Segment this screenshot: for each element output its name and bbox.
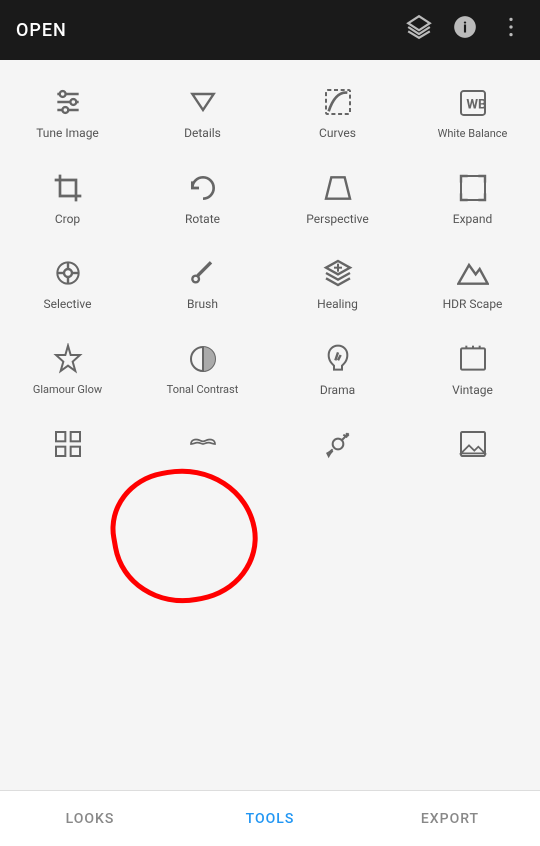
photoframe-icon [455, 426, 491, 462]
tool-grid[interactable] [0, 412, 135, 482]
glamour-glow-label: Glamour Glow [33, 383, 102, 397]
svg-text:WB: WB [466, 97, 486, 112]
tool-tune-image[interactable]: Tune Image [0, 70, 135, 156]
tonal-contrast-label: Tonal Contrast [167, 383, 239, 397]
white-balance-label: White Balance [438, 127, 508, 141]
drama-icon [320, 341, 356, 377]
tools-grid: Tune Image Details Curves [0, 60, 540, 492]
healing-icon [320, 255, 356, 291]
tool-rotate[interactable]: Rotate [135, 156, 270, 242]
tool-white-balance[interactable]: WB White Balance [405, 70, 540, 156]
tool-curves[interactable]: Curves [270, 70, 405, 156]
selective-label: Selective [44, 297, 92, 313]
tool-photoframe[interactable] [405, 412, 540, 482]
brush-icon [185, 255, 221, 291]
curves-label: Curves [319, 126, 356, 142]
tool-perspective[interactable]: Perspective [270, 156, 405, 242]
grid-icon [50, 426, 86, 462]
moustache-icon [185, 426, 221, 462]
tool-vintage[interactable]: Vintage [405, 327, 540, 413]
mountain-icon [455, 255, 491, 291]
svg-text:i: i [463, 18, 467, 36]
details-label: Details [184, 126, 221, 142]
more-icon[interactable] [498, 14, 524, 46]
tool-selective[interactable]: Selective [0, 241, 135, 327]
tool-details[interactable]: Details [135, 70, 270, 156]
sliders-icon [50, 84, 86, 120]
wb-icon: WB [455, 85, 491, 121]
selective-icon [50, 255, 86, 291]
tool-tonal-contrast[interactable]: Tonal Contrast [135, 327, 270, 413]
perspective-label: Perspective [306, 212, 368, 228]
expand-label: Expand [453, 212, 492, 228]
crop-icon [50, 170, 86, 206]
tool-moustache[interactable] [135, 412, 270, 482]
rotate-label: Rotate [185, 212, 220, 228]
hdr-scape-label: HDR Scape [443, 297, 503, 313]
drama-label: Drama [320, 383, 355, 399]
top-bar-actions: i [406, 14, 524, 46]
tool-healing[interactable]: Healing [270, 241, 405, 327]
top-bar: OPEN i [0, 0, 540, 60]
brush-label: Brush [187, 297, 218, 313]
vintage-label: Vintage [452, 383, 493, 399]
tab-looks[interactable]: LOOKS [0, 791, 180, 846]
bottom-tabs: LOOKS TOOLS EXPORT [0, 790, 540, 846]
curves-icon [320, 84, 356, 120]
rotate-icon [185, 170, 221, 206]
healing-label: Healing [317, 297, 358, 313]
crop-label: Crop [55, 212, 80, 228]
tool-brush[interactable]: Brush [135, 241, 270, 327]
tool-expand[interactable]: Expand [405, 156, 540, 242]
main-content: Tune Image Details Curves [0, 60, 540, 790]
tool-glamour-glow[interactable]: Glamour Glow [0, 327, 135, 413]
tool-hdr-scape[interactable]: HDR Scape [405, 241, 540, 327]
tool-guitar[interactable] [270, 412, 405, 482]
guitar-icon [320, 426, 356, 462]
glamour-icon [50, 341, 86, 377]
tab-tools[interactable]: TOOLS [180, 791, 360, 846]
perspective-icon [320, 170, 356, 206]
tab-export[interactable]: EXPORT [360, 791, 540, 846]
tonal-icon [185, 341, 221, 377]
expand-icon [455, 170, 491, 206]
info-icon[interactable]: i [452, 14, 478, 46]
layers-icon[interactable] [406, 14, 432, 46]
tool-drama[interactable]: Drama [270, 327, 405, 413]
tool-crop[interactable]: Crop [0, 156, 135, 242]
vintage-icon [455, 341, 491, 377]
tune-image-label: Tune Image [36, 126, 99, 142]
open-button[interactable]: OPEN [16, 20, 67, 41]
triangle-down-icon [185, 84, 221, 120]
